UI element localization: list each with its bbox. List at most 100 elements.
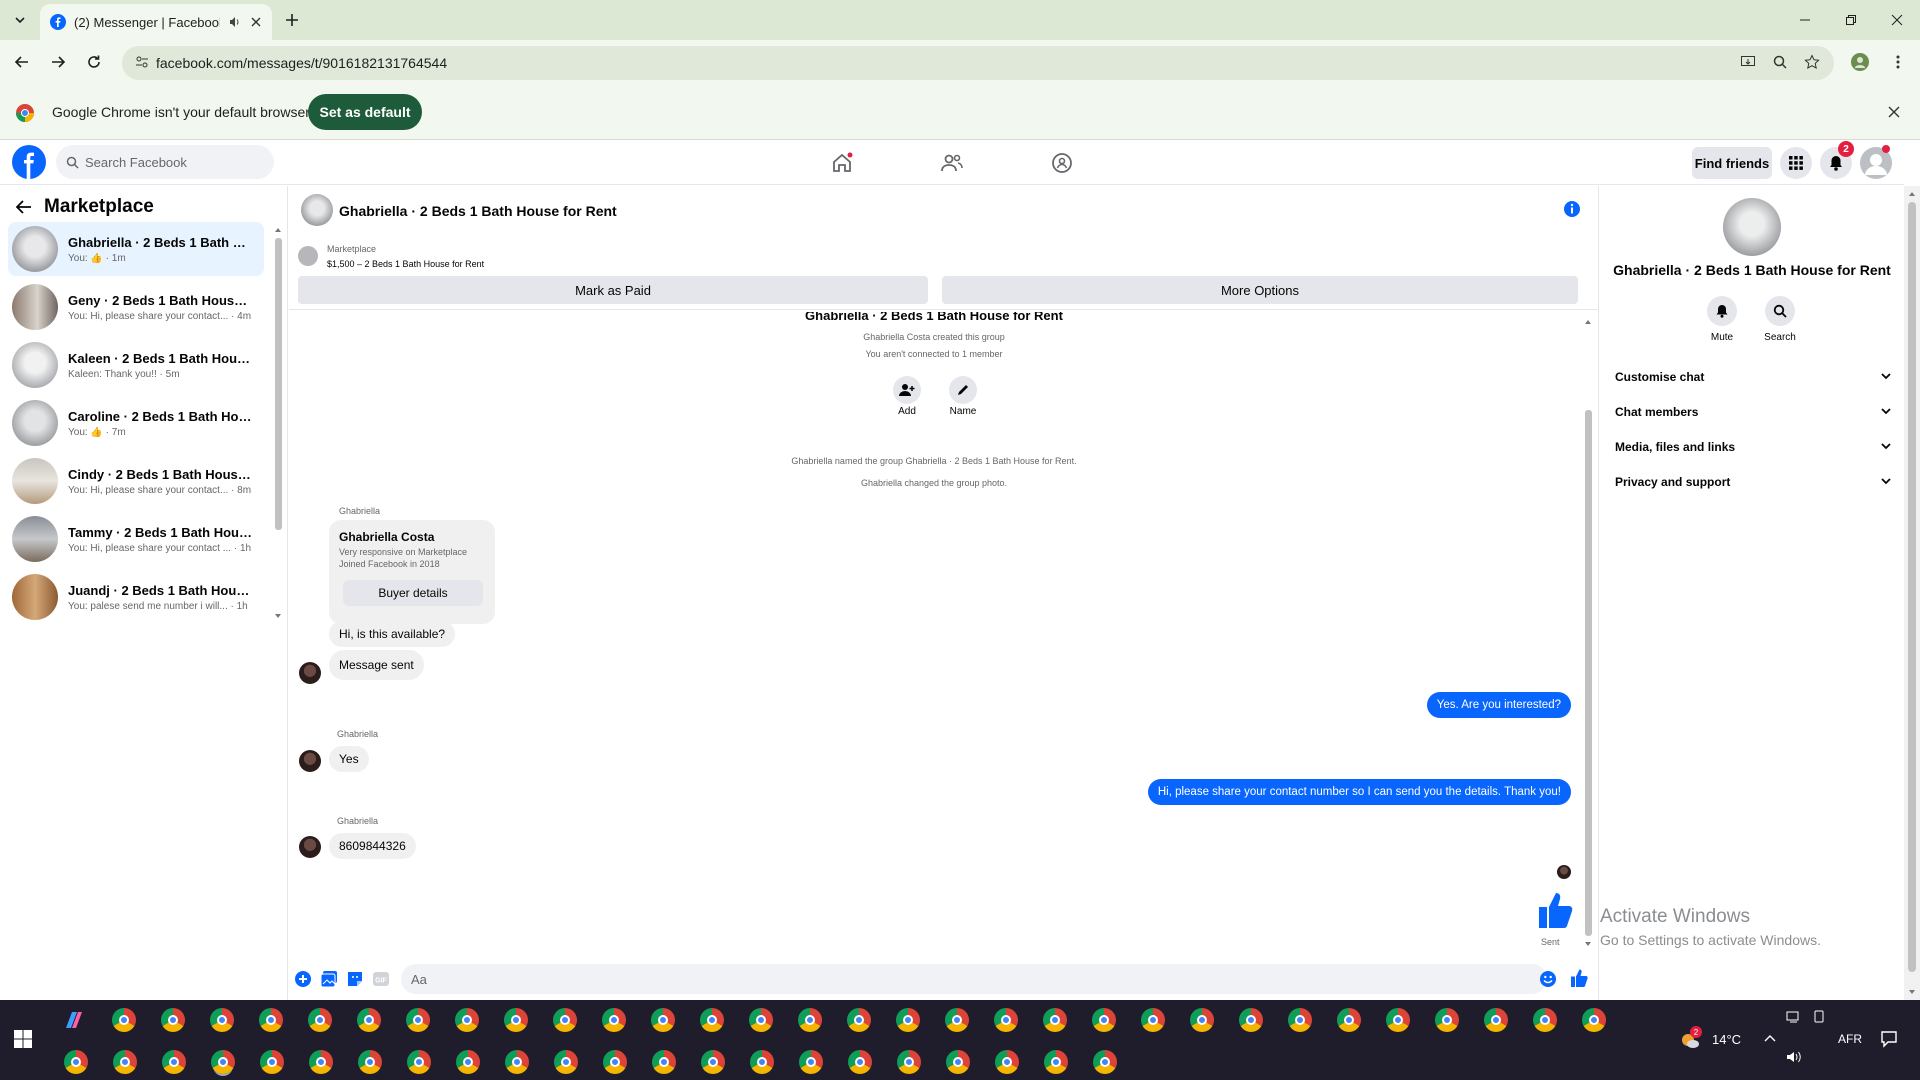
install-app-icon[interactable] (1734, 48, 1762, 76)
chrome-taskbar-icon[interactable] (358, 1050, 382, 1074)
copilot-icon[interactable] (62, 1008, 86, 1032)
browser-tab-messenger[interactable]: (2) Messenger | Facebook (40, 4, 272, 40)
windows-start-icon[interactable] (14, 1030, 32, 1048)
notification-center-icon[interactable] (1880, 1030, 1898, 1048)
chrome-taskbar-icon[interactable] (1239, 1008, 1263, 1032)
speaker-icon[interactable] (228, 15, 242, 29)
chrome-taskbar-icon[interactable] (456, 1050, 480, 1074)
listing-price[interactable]: $1,500 – 2 Beds 1 Bath House for Rent (327, 259, 484, 269)
customise-chat-row[interactable]: Customise chat (1615, 360, 1891, 394)
minimize-window-icon[interactable] (1782, 0, 1828, 40)
find-friends-button[interactable]: Find friends (1692, 147, 1772, 179)
groups-icon[interactable] (1032, 141, 1092, 185)
chrome-taskbar-icon[interactable] (798, 1008, 822, 1032)
chrome-taskbar-icon[interactable] (455, 1008, 479, 1032)
chrome-taskbar-icon[interactable] (1435, 1008, 1459, 1032)
chrome-taskbar-icon[interactable] (1190, 1008, 1214, 1032)
chrome-taskbar-icon[interactable] (847, 1008, 871, 1032)
chrome-taskbar-icon[interactable] (210, 1008, 234, 1032)
chrome-taskbar-icon[interactable] (995, 1050, 1019, 1074)
chrome-taskbar-icon[interactable] (651, 1008, 675, 1032)
chrome-taskbar-icon[interactable] (749, 1008, 773, 1032)
chrome-taskbar-icon[interactable] (504, 1008, 528, 1032)
conversation-item[interactable]: Caroline · 2 Beds 1 Bath House ... You: 👍… (8, 396, 264, 450)
chrome-taskbar-icon[interactable] (406, 1008, 430, 1032)
media-files-links-row[interactable]: Media, files and links (1615, 430, 1891, 464)
chrome-taskbar-icon[interactable] (407, 1050, 431, 1074)
show-hidden-icons-chevron-icon[interactable] (1764, 1034, 1776, 1042)
chrome-taskbar-icon[interactable] (1141, 1008, 1165, 1032)
facebook-logo-icon[interactable] (12, 145, 46, 179)
mute-action[interactable]: Mute (1692, 296, 1752, 343)
menu-grid-icon[interactable] (1780, 147, 1812, 179)
chrome-taskbar-icon[interactable] (945, 1008, 969, 1032)
chrome-taskbar-icon[interactable] (1093, 1050, 1117, 1074)
page-scrollbar[interactable] (1904, 186, 1920, 1000)
chat-members-row[interactable]: Chat members (1615, 395, 1891, 429)
info-icon[interactable] (1563, 200, 1581, 218)
sender-avatar[interactable] (299, 836, 321, 858)
tab-search-dropdown-icon[interactable] (8, 8, 32, 32)
thumbs-up-sticker-icon[interactable] (1535, 890, 1575, 930)
close-infobar-icon[interactable] (1888, 106, 1900, 118)
chrome-taskbar-icon[interactable] (161, 1008, 185, 1032)
search-action[interactable]: Search (1750, 296, 1810, 343)
chrome-taskbar-icon[interactable] (603, 1050, 627, 1074)
mark-as-paid-button[interactable]: Mark as Paid (298, 276, 928, 304)
chrome-taskbar-icon[interactable] (113, 1050, 137, 1074)
chrome-taskbar-icon[interactable] (700, 1008, 724, 1032)
chat-title[interactable]: Ghabriella · 2 Beds 1 Bath House for Ren… (339, 203, 617, 219)
sender-avatar[interactable] (299, 750, 321, 772)
chrome-taskbar-icon[interactable] (505, 1050, 529, 1074)
chrome-taskbar-icon[interactable] (260, 1050, 284, 1074)
chrome-taskbar-icon[interactable] (799, 1050, 823, 1074)
chrome-taskbar-icon[interactable] (211, 1050, 235, 1074)
address-bar[interactable]: facebook.com/messages/t/9016182131764544 (122, 46, 1834, 80)
chrome-taskbar-icon[interactable] (896, 1008, 920, 1032)
chrome-menu-icon[interactable] (1884, 48, 1912, 76)
chrome-taskbar-icon[interactable] (1092, 1008, 1116, 1032)
chrome-taskbar-icon[interactable] (848, 1050, 872, 1074)
chat-profile-photo[interactable] (1723, 198, 1781, 256)
message-bubble-incoming[interactable]: Message sent (329, 650, 424, 680)
forward-arrow-icon[interactable] (44, 48, 72, 76)
conversation-item[interactable]: Geny · 2 Beds 1 Bath House for ... You: H… (8, 280, 264, 334)
close-window-icon[interactable] (1874, 0, 1920, 40)
conversation-item[interactable]: Cindy · 2 Beds 1 Bath House for... You: H… (8, 454, 264, 508)
gif-icon[interactable]: GIF (372, 970, 390, 988)
new-tab-plus-icon[interactable] (280, 8, 304, 32)
restore-window-icon[interactable] (1828, 0, 1874, 40)
input-language[interactable]: AFR (1838, 1032, 1862, 1046)
home-icon[interactable] (812, 141, 872, 185)
message-bubble-incoming[interactable]: 8609844326 (329, 833, 416, 859)
sticker-icon[interactable] (346, 970, 364, 988)
message-bubble-incoming[interactable]: Hi, is this available? (329, 621, 456, 647)
add-member-icon[interactable] (893, 376, 921, 404)
chrome-taskbar-icon[interactable] (1484, 1008, 1508, 1032)
buyer-details-button[interactable]: Buyer details (343, 580, 483, 606)
chrome-taskbar-icon[interactable] (1582, 1008, 1606, 1032)
chrome-taskbar-icon[interactable] (602, 1008, 626, 1032)
chrome-taskbar-icon[interactable] (112, 1008, 136, 1032)
conversation-item[interactable]: Ghabriella · 2 Beds 1 Bath Hous... You: 👍… (8, 222, 264, 276)
edit-name-pencil-icon[interactable] (949, 376, 977, 404)
chrome-taskbar-icon[interactable] (357, 1008, 381, 1032)
chrome-taskbar-icon[interactable] (553, 1008, 577, 1032)
volume-icon[interactable] (1786, 1050, 1804, 1064)
chrome-taskbar-icon[interactable] (897, 1050, 921, 1074)
device-icon[interactable] (1812, 1010, 1826, 1024)
message-bubble-outgoing[interactable]: Yes. Are you interested? (1426, 692, 1571, 718)
more-options-button[interactable]: More Options (942, 276, 1578, 304)
chrome-taskbar-icon[interactable] (652, 1050, 676, 1074)
set-as-default-button[interactable]: Set as default (308, 94, 422, 130)
back-arrow-icon[interactable] (16, 200, 32, 214)
zoom-icon[interactable] (1766, 48, 1794, 76)
bookmark-star-icon[interactable] (1798, 48, 1826, 76)
conversation-list-scrollbar[interactable] (272, 224, 284, 624)
conversation-item[interactable]: Juandj · 2 Beds 1 Bath House fo... You: p… (8, 570, 264, 624)
chrome-taskbar-icon[interactable] (994, 1008, 1018, 1032)
chrome-taskbar-icon[interactable] (308, 1008, 332, 1032)
chrome-taskbar-icon[interactable] (309, 1050, 333, 1074)
chat-avatar[interactable] (301, 194, 333, 226)
message-bubble-incoming[interactable]: Yes (329, 746, 369, 772)
